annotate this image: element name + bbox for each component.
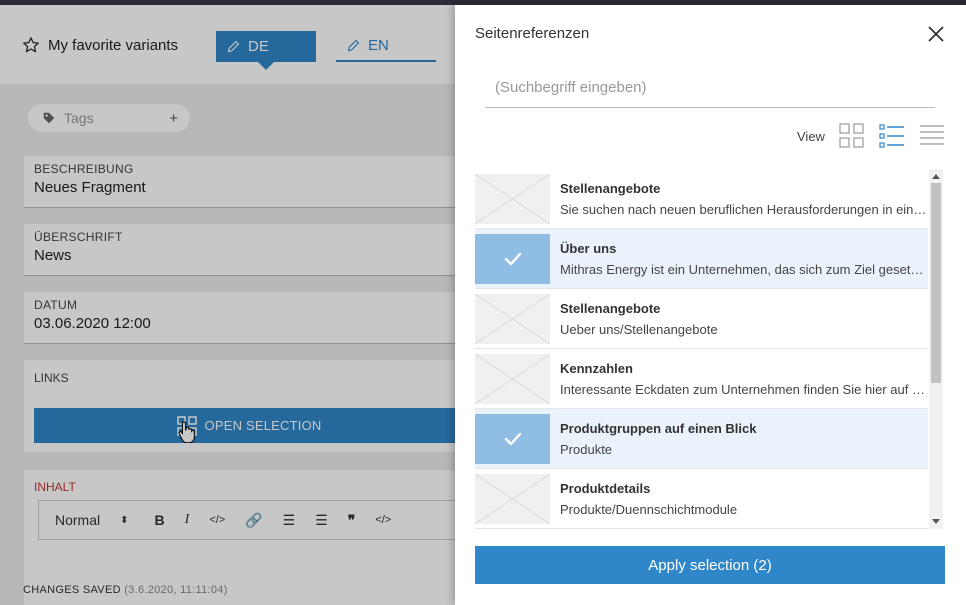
list-item[interactable]: Über uns Mithras Energy ist ein Unterneh… — [475, 229, 928, 289]
list-item-title: Produktgruppen auf einen Blick — [560, 420, 757, 436]
page-reference-list: Stellenangebote Sie suchen nach neuen be… — [475, 169, 928, 529]
list-item[interactable]: Stellenangebote Ueber uns/Stellenangebot… — [475, 289, 928, 349]
scroll-down-icon[interactable] — [932, 519, 940, 524]
list-item[interactable]: Produktgruppen auf einen Blick Produkte — [475, 409, 928, 469]
list-scrollbar[interactable] — [929, 169, 943, 529]
list-item-description: Mithras Energy ist ein Unternehmen, das … — [560, 261, 928, 277]
list-item-title: Über uns — [560, 240, 617, 256]
page-thumbnail — [475, 173, 550, 224]
image-placeholder-icon — [475, 293, 550, 344]
checkmark-icon — [475, 413, 550, 464]
list-item-title: Stellenangebote — [560, 180, 661, 196]
list-item-description: Interessante Eckdaten zum Unternehmen fi… — [560, 381, 928, 397]
image-placeholder-icon — [475, 353, 550, 404]
list-item-text: Produktdetails Produkte/Duennschichtmodu… — [560, 481, 928, 517]
list-item-title: Stellenangebote — [560, 300, 661, 316]
list-view-icon[interactable] — [879, 123, 905, 149]
grid-view-icon[interactable] — [839, 123, 865, 149]
page-thumbnail — [475, 293, 550, 344]
page-thumbnail — [475, 233, 550, 284]
list-item-description: Produkte/Duennschichtmodule — [560, 501, 738, 517]
scroll-thumb[interactable] — [931, 183, 941, 383]
view-label: View — [797, 128, 825, 144]
panel-title: Seitenreferenzen — [475, 25, 590, 42]
list-item-description: Ueber uns/Stellenangebote — [560, 321, 718, 337]
apply-selection-button[interactable]: Apply selection (2) — [475, 546, 945, 584]
compact-list-view-icon[interactable] — [919, 123, 945, 149]
search-input[interactable] — [485, 68, 935, 108]
checkmark-icon — [475, 233, 550, 284]
list-item-description: Produkte — [560, 441, 613, 457]
list-item-description: Sie suchen nach neuen beruflichen Heraus… — [560, 201, 928, 217]
page-thumbnail — [475, 413, 550, 464]
list-item-text: Produktgruppen auf einen Blick Produkte — [560, 421, 928, 457]
scroll-up-icon[interactable] — [932, 174, 940, 179]
close-icon[interactable] — [927, 25, 945, 43]
image-placeholder-icon — [475, 173, 550, 224]
list-item[interactable]: Produktdetails Produkte/Duennschichtmodu… — [475, 469, 928, 529]
list-item-text: Kennzahlen Interessante Eckdaten zum Unt… — [560, 361, 928, 397]
list-item-title: Kennzahlen — [560, 360, 633, 376]
page-references-panel: Seitenreferenzen View Stellenangebote Si… — [455, 5, 966, 605]
list-item[interactable]: Kennzahlen Interessante Eckdaten zum Unt… — [475, 349, 928, 409]
page-thumbnail — [475, 353, 550, 404]
view-switcher: View — [797, 123, 945, 149]
list-item-text: Stellenangebote Ueber uns/Stellenangebot… — [560, 301, 928, 337]
page-thumbnail — [475, 473, 550, 524]
list-item-text: Über uns Mithras Energy ist ein Unterneh… — [560, 241, 928, 277]
list-item[interactable]: Stellenangebote Sie suchen nach neuen be… — [475, 169, 928, 229]
list-item-text: Stellenangebote Sie suchen nach neuen be… — [560, 181, 928, 217]
list-item-title: Produktdetails — [560, 480, 651, 496]
image-placeholder-icon — [475, 473, 550, 524]
